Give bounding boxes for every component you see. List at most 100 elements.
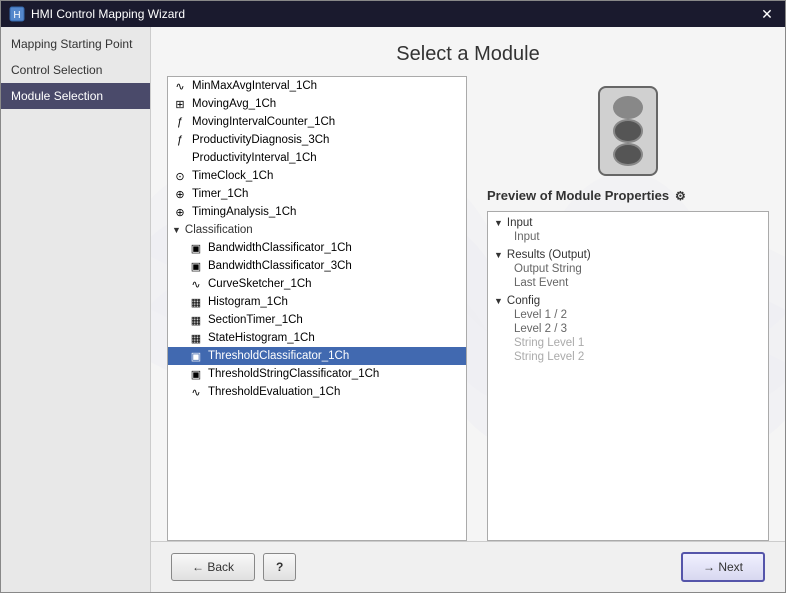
list-item[interactable]: ⊕ Timer_1Ch (168, 185, 466, 203)
module-icon: ⊞ (172, 97, 188, 111)
properties-tree[interactable]: ▼ Input Input ▼ Results (Output) (487, 211, 769, 541)
module-label: BandwidthClassificator_1Ch (208, 242, 352, 254)
title-bar: H HMI Control Mapping Wizard ✕ (1, 1, 785, 27)
list-item[interactable]: ▣ BandwidthClassificator_1Ch (168, 239, 466, 257)
module-list[interactable]: ∿ MinMaxAvgInterval_1Ch ⊞ MovingAvg_1Ch … (167, 76, 467, 541)
module-label: ProductivityDiagnosis_3Ch (192, 134, 329, 146)
sidebar-item-mapping-starting-point[interactable]: Mapping Starting Point (1, 31, 150, 57)
prop-group-header[interactable]: ▼ Input (494, 216, 762, 230)
prop-item: Level 2 / 3 (494, 322, 762, 336)
settings-icon: ⚙ (675, 189, 686, 203)
module-icon (172, 151, 188, 165)
main-content: Select a Module ∿ MinMaxAvgInterval_1Ch … (151, 27, 785, 541)
list-item[interactable]: ▦ Histogram_1Ch (168, 293, 466, 311)
module-icon: ⊕ (172, 187, 188, 201)
list-item[interactable]: ▣ ThresholdStringClassificator_1Ch (168, 365, 466, 383)
module-icon: ▣ (188, 241, 204, 255)
right-panel: Preview of Module Properties ⚙ ▼ Input (487, 76, 769, 541)
prop-group-input: ▼ Input Input (488, 214, 768, 246)
list-item[interactable]: ∿ ThresholdEvaluation_1Ch (168, 383, 466, 401)
module-label: ThresholdStringClassificator_1Ch (208, 368, 379, 380)
prop-item: Level 1 / 2 (494, 308, 762, 322)
module-label: MovingIntervalCounter_1Ch (192, 116, 335, 128)
prop-group-results: ▼ Results (Output) Output String Last Ev… (488, 246, 768, 292)
list-item[interactable]: ⊕ TimingAnalysis_1Ch (168, 203, 466, 221)
module-label: Timer_1Ch (192, 188, 248, 200)
list-item[interactable]: ⊙ TimeClock_1Ch (168, 167, 466, 185)
module-icon: ⊕ (172, 205, 188, 219)
module-list-panel: ∿ MinMaxAvgInterval_1Ch ⊞ MovingAvg_1Ch … (167, 76, 467, 541)
prop-item-muted: String Level 2 (494, 350, 762, 364)
next-button[interactable]: → Next (681, 552, 765, 582)
list-item[interactable]: ∿ CurveSketcher_1Ch (168, 275, 466, 293)
list-item[interactable]: ▦ StateHistogram_1Ch (168, 329, 466, 347)
svg-text:H: H (13, 10, 20, 21)
main-area: Select a Module ∿ MinMaxAvgInterval_1Ch … (151, 27, 785, 592)
module-icon: ▦ (188, 331, 204, 345)
traffic-light-middle (613, 119, 643, 142)
module-icon: ▣ (188, 259, 204, 273)
prop-item: Input (494, 230, 762, 244)
page-title: Select a Module (151, 27, 785, 76)
module-icon: ▦ (188, 295, 204, 309)
module-icon: ∿ (172, 79, 188, 93)
module-icon: ▦ (188, 313, 204, 327)
list-item[interactable]: ⊞ MovingAvg_1Ch (168, 95, 466, 113)
module-icon: ƒ (172, 115, 188, 129)
module-icon: ⊙ (172, 169, 188, 183)
module-label: ThresholdEvaluation_1Ch (208, 386, 340, 398)
module-label: StateHistogram_1Ch (208, 332, 315, 344)
module-label: CurveSketcher_1Ch (208, 278, 312, 290)
module-label: ThresholdClassificator_1Ch (208, 350, 349, 362)
sidebar-item-control-selection[interactable]: Control Selection (1, 57, 150, 83)
module-label: MovingAvg_1Ch (192, 98, 276, 110)
category-classification[interactable]: ▼ Classification (168, 221, 466, 239)
preview-title: Preview of Module Properties ⚙ (487, 188, 686, 203)
collapse-icon: ▼ (172, 225, 181, 235)
module-icon: ▣ (188, 367, 204, 381)
close-button[interactable]: ✕ (757, 4, 777, 24)
prop-group-header[interactable]: ▼ Config (494, 294, 762, 308)
bottom-bar: ← Back ? → Next (151, 541, 785, 592)
list-item[interactable]: ƒ MovingIntervalCounter_1Ch (168, 113, 466, 131)
prop-item: Last Event (494, 276, 762, 290)
traffic-light-bottom (613, 143, 643, 166)
collapse-icon: ▼ (494, 250, 503, 260)
group-label: Input (507, 217, 533, 229)
prop-item-muted: String Level 1 (494, 336, 762, 350)
module-label: ProductivityInterval_1Ch (192, 152, 317, 164)
list-item[interactable]: ▦ SectionTimer_1Ch (168, 311, 466, 329)
module-label: BandwidthClassificator_3Ch (208, 260, 352, 272)
list-item[interactable]: ▣ BandwidthClassificator_3Ch (168, 257, 466, 275)
module-label: Histogram_1Ch (208, 296, 288, 308)
group-label: Results (Output) (507, 249, 591, 261)
sidebar-item-module-selection[interactable]: Module Selection (1, 83, 150, 109)
module-label: TimeClock_1Ch (192, 170, 273, 182)
module-preview-graphic (598, 86, 658, 176)
category-label: Classification (185, 224, 253, 236)
list-item[interactable]: ProductivityInterval_1Ch (168, 149, 466, 167)
columns: ∿ MinMaxAvgInterval_1Ch ⊞ MovingAvg_1Ch … (151, 76, 785, 541)
bottom-left-buttons: ← Back ? (171, 553, 296, 581)
window-title: HMI Control Mapping Wizard (31, 7, 757, 21)
prop-group-header[interactable]: ▼ Results (Output) (494, 248, 762, 262)
list-item-selected[interactable]: ▣ ThresholdClassificator_1Ch (168, 347, 466, 365)
collapse-icon: ▼ (494, 218, 503, 228)
module-icon: ∿ (188, 385, 204, 399)
module-icon: ƒ (172, 133, 188, 147)
module-icon: ∿ (188, 277, 204, 291)
list-item[interactable]: ∿ MinMaxAvgInterval_1Ch (168, 77, 466, 95)
group-label: Config (507, 295, 540, 307)
back-button[interactable]: ← Back (171, 553, 255, 581)
module-label: TimingAnalysis_1Ch (192, 206, 296, 218)
sidebar: Mapping Starting Point Control Selection… (1, 27, 151, 592)
help-button[interactable]: ? (263, 553, 296, 581)
window-icon: H (9, 6, 25, 22)
content-area: Mapping Starting Point Control Selection… (1, 27, 785, 592)
list-item[interactable]: ƒ ProductivityDiagnosis_3Ch (168, 131, 466, 149)
main-window: H HMI Control Mapping Wizard ✕ Mapping S… (0, 0, 786, 593)
module-icon: ▣ (188, 349, 204, 363)
prop-item: Output String (494, 262, 762, 276)
module-label: MinMaxAvgInterval_1Ch (192, 80, 317, 92)
prop-group-config: ▼ Config Level 1 / 2 Level 2 / 3 String … (488, 292, 768, 366)
